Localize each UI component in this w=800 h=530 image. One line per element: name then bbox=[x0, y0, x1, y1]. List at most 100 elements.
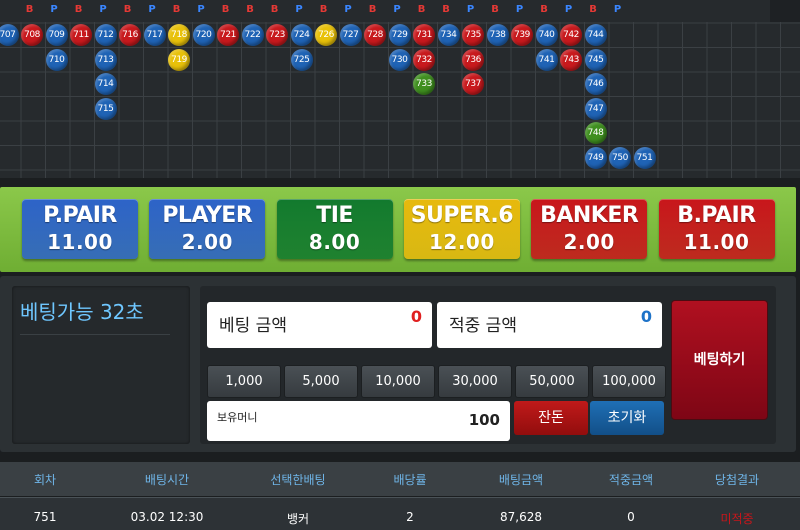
betting-timer-panel: 베팅가능 32초 bbox=[12, 286, 190, 444]
road-header-mark: P bbox=[564, 4, 573, 15]
road-result-ball: 736 bbox=[462, 48, 484, 71]
bet-input-panel: 베팅 금액 0 적중 금액 0 1,000 5,000 10,000 30,000 50… bbox=[200, 286, 776, 444]
bet-option-player[interactable]: PLAYER 2.00 bbox=[149, 199, 266, 259]
road-header-mark: B bbox=[246, 4, 254, 15]
bet-option-super-6[interactable]: SUPER.6 12.00 bbox=[403, 199, 520, 259]
road-header-mark: B bbox=[589, 4, 597, 15]
road-result-ball: 735 bbox=[462, 24, 484, 46]
road-result-ball: 744 bbox=[584, 24, 607, 46]
bet-option-odds: 2.00 bbox=[563, 230, 615, 254]
road-header-mark: B bbox=[172, 4, 181, 15]
road-result-ball: 738 bbox=[486, 24, 509, 46]
bet-option-p-pair[interactable]: P.PAIR 11.00 bbox=[22, 199, 138, 259]
table-cell: 751 bbox=[33, 510, 57, 524]
road-header-mark: B bbox=[221, 4, 230, 15]
bet-option-odds: 12.00 bbox=[429, 230, 495, 254]
bet-option-b-pair[interactable]: B.PAIR 11.00 bbox=[658, 199, 775, 259]
chip-button[interactable]: 10,000 bbox=[361, 365, 435, 398]
bet-option-banker[interactable]: BANKER 2.00 bbox=[531, 199, 648, 259]
road-result-ball: 747 bbox=[584, 97, 607, 120]
table-header-cell: 배당률 bbox=[393, 473, 427, 487]
road-result-ball: 748 bbox=[584, 122, 607, 144]
win-amount-box: 적중 금액 0 bbox=[437, 302, 662, 348]
table-cell: 뱅커 bbox=[286, 512, 310, 526]
reset-button[interactable]: 초기화 bbox=[590, 401, 664, 435]
wallet-label: 보유머니 bbox=[217, 411, 258, 424]
road-result-ball: 716 bbox=[119, 24, 141, 46]
road-header-mark: P bbox=[466, 4, 475, 15]
road-result-ball: 745 bbox=[584, 48, 607, 71]
road-result-ball: 749 bbox=[584, 146, 607, 169]
road-header-mark: P bbox=[344, 4, 352, 15]
bet-option-name: BANKER bbox=[540, 203, 639, 228]
road-result-ball: 731 bbox=[413, 24, 435, 46]
road-header-mark: P bbox=[148, 4, 156, 15]
road-result-ball: 742 bbox=[560, 24, 582, 46]
chip-button[interactable]: 30,000 bbox=[438, 365, 512, 398]
road-result-ball: 710 bbox=[45, 48, 68, 71]
table-header-cell: 배팅금액 bbox=[498, 473, 544, 487]
road-header-mark: B bbox=[540, 4, 548, 15]
chip-button[interactable]: 5,000 bbox=[284, 365, 358, 398]
road-header-mark: P bbox=[613, 4, 622, 15]
chip-button[interactable]: 1,000 bbox=[207, 365, 281, 398]
road-result-ball: 724 bbox=[290, 24, 313, 46]
road-result-ball: 730 bbox=[388, 48, 411, 71]
table-cell: 0 bbox=[627, 510, 635, 524]
bet-amount-box: 베팅 금액 0 bbox=[207, 302, 432, 348]
road-result-ball: 743 bbox=[560, 48, 582, 71]
place-bet-button[interactable]: 베팅하기 bbox=[672, 301, 767, 419]
bet-option-odds: 2.00 bbox=[181, 230, 233, 254]
road-result-ball: 721 bbox=[217, 24, 239, 46]
table-header-cell: 배팅시간 bbox=[144, 473, 190, 487]
bet-amount-label: 베팅 금액 bbox=[219, 316, 287, 336]
road-result-ball: 708 bbox=[21, 24, 43, 46]
road-header-mark: B bbox=[491, 4, 499, 15]
bet-control-area: 베팅가능 32초 베팅 금액 0 적중 금액 0 1,000 5,000 10,00… bbox=[0, 276, 796, 452]
road-result-ball: 732 bbox=[413, 48, 435, 71]
road-result-ball: 713 bbox=[94, 48, 117, 71]
road-result-ball: 750 bbox=[609, 146, 631, 169]
road-result-ball: 707 bbox=[0, 24, 19, 46]
win-amount-value: 0 bbox=[640, 307, 652, 326]
road-header-mark: P bbox=[50, 4, 58, 15]
bet-option-odds: 8.00 bbox=[308, 230, 361, 254]
road-result-ball: 719 bbox=[168, 48, 190, 71]
road-result-ball: 734 bbox=[437, 24, 460, 46]
timer-divider bbox=[20, 334, 170, 335]
road-history-board: B P B P B P B P B B B P B P B P B B P B P B P B P 707 708 709 710 711… bbox=[0, 0, 800, 178]
table-cell: 87,628 bbox=[500, 510, 542, 524]
win-amount-label: 적중 금액 bbox=[449, 316, 517, 336]
table-cell: 2 bbox=[406, 510, 414, 524]
chip-button[interactable]: 100,000 bbox=[592, 365, 666, 398]
road-result-ball: 733 bbox=[413, 73, 435, 95]
road-result-ball: 725 bbox=[290, 48, 313, 71]
table-header-cell: 선택한배팅 bbox=[270, 473, 326, 487]
bet-option-name: B.PAIR bbox=[677, 203, 756, 228]
table-header-cell: 당첨결과 bbox=[714, 473, 760, 487]
road-header-mark: B bbox=[442, 4, 450, 15]
road-header-mark: P bbox=[197, 4, 205, 15]
road-header-mark: B bbox=[74, 4, 83, 15]
road-result-ball: 727 bbox=[339, 24, 362, 46]
road-header-mark: P bbox=[99, 4, 107, 15]
table-cell: 03.02 12:30 bbox=[130, 510, 204, 524]
road-header-mark: B bbox=[319, 4, 328, 15]
baccarat-betting-screen: B P B P B P B P B B B P B P B P B B P B P B P B P 707 708 709 710 711… bbox=[0, 0, 800, 530]
road-result-ball: 751 bbox=[633, 146, 656, 169]
bet-option-odds: 11.00 bbox=[683, 230, 750, 254]
bet-option-tie[interactable]: TIE 8.00 bbox=[276, 199, 393, 259]
bet-option-name: P.PAIR bbox=[43, 203, 117, 228]
bet-option-name: SUPER.6 bbox=[410, 203, 514, 228]
chip-button[interactable]: 50,000 bbox=[515, 365, 589, 398]
table-header: 회차 배팅시간 선택한배팅 배당률 배팅금액 적중금액 당첨결과 bbox=[0, 462, 800, 496]
road-header-mark: P bbox=[515, 4, 524, 15]
road-result-ball: 722 bbox=[241, 24, 264, 46]
road-result-ball: 715 bbox=[94, 97, 117, 120]
road-header-mark: B bbox=[123, 4, 132, 15]
road-result-ball: 712 bbox=[94, 24, 117, 46]
change-button[interactable]: 잔돈 bbox=[514, 401, 588, 435]
road-header-end bbox=[770, 0, 800, 22]
betting-timer-text: 베팅가능 32초 bbox=[20, 300, 144, 324]
bet-history-table: 회차 배팅시간 선택한배팅 배당률 배팅금액 적중금액 당첨결과 751 03.02 12:3… bbox=[0, 462, 800, 530]
